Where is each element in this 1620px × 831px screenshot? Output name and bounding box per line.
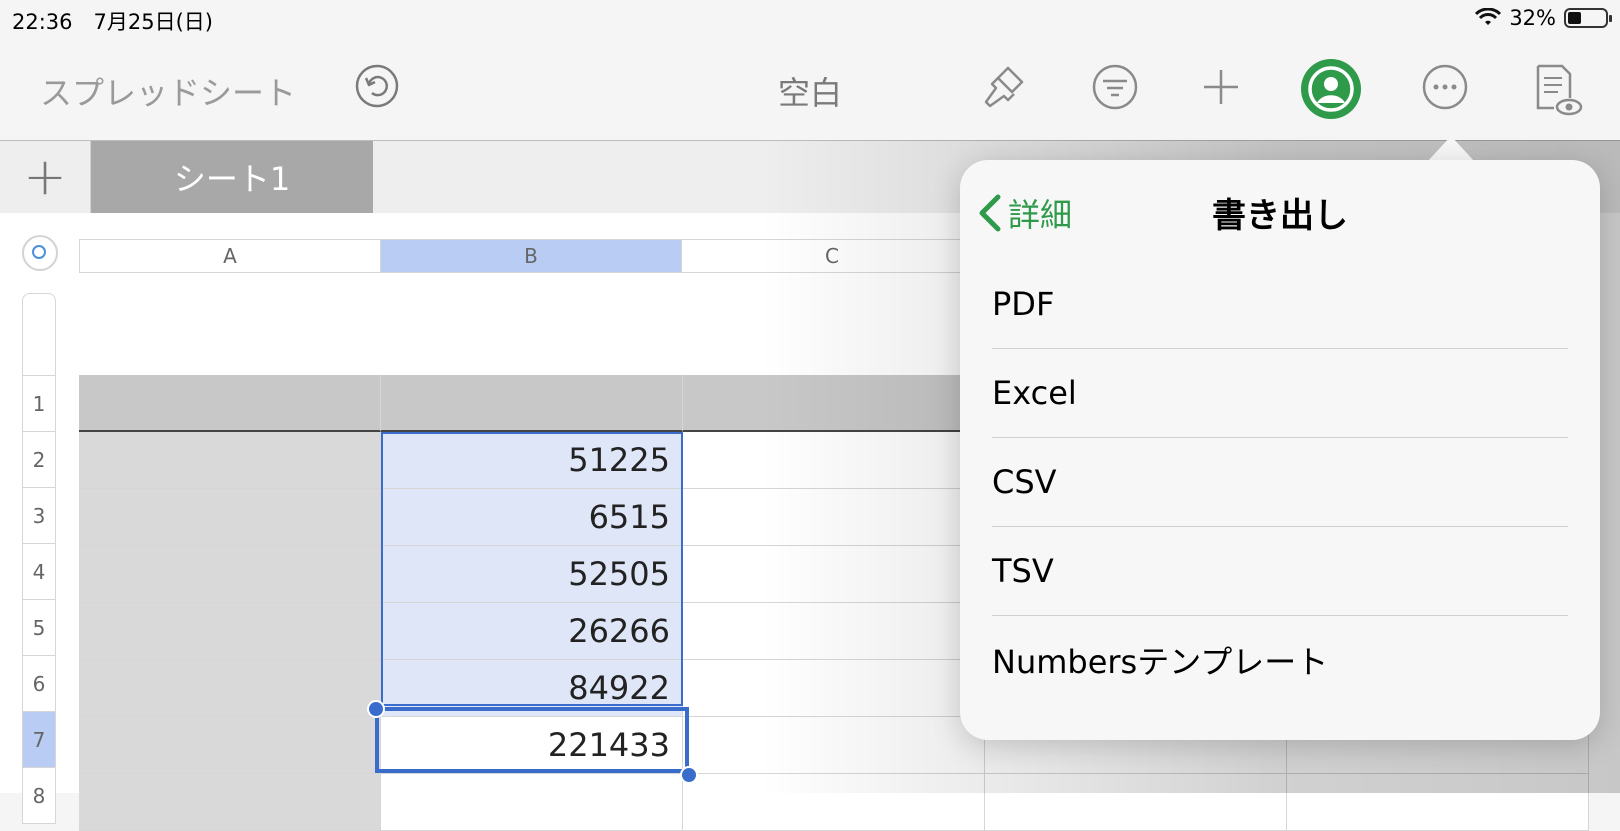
row-header-6[interactable]: 6: [22, 655, 56, 712]
cell-c7[interactable]: [683, 717, 985, 774]
export-numbers-template[interactable]: Numbersテンプレート: [992, 616, 1568, 704]
plus-icon[interactable]: [1196, 62, 1246, 112]
cell-b1[interactable]: [381, 375, 683, 432]
row-header-4[interactable]: 4: [22, 543, 56, 600]
cell-e8[interactable]: [1287, 774, 1589, 831]
cell-b7-active[interactable]: 221433: [381, 717, 683, 774]
document-title: 空白: [778, 74, 843, 112]
selection-handle-bottom[interactable]: [680, 766, 698, 784]
row-header-5[interactable]: 5: [22, 599, 56, 656]
row-header-1[interactable]: 1: [22, 375, 56, 432]
toolbar: スプレッドシート 空白: [0, 40, 1620, 140]
wifi-icon: [1475, 8, 1502, 25]
export-tsv[interactable]: TSV: [992, 527, 1568, 616]
cell-a4[interactable]: [79, 546, 381, 603]
more-icon[interactable]: [1420, 62, 1470, 112]
table-row: [79, 774, 1589, 831]
cell-b2[interactable]: 51225: [381, 432, 683, 489]
row-header-2[interactable]: 2: [22, 431, 56, 488]
cell-c5[interactable]: [683, 603, 985, 660]
status-time: 22:36 7月25日(日): [12, 10, 213, 34]
export-excel[interactable]: Excel: [992, 349, 1568, 438]
undo-icon[interactable]: [355, 64, 399, 108]
popover-title: 書き出し: [1212, 196, 1348, 236]
export-pdf[interactable]: PDF: [992, 260, 1568, 349]
cell-a2[interactable]: [79, 432, 381, 489]
add-sheet-button[interactable]: +: [0, 141, 91, 213]
cell-a8[interactable]: [79, 774, 381, 831]
tab-sheet1[interactable]: シート1: [91, 141, 373, 213]
collaborate-icon[interactable]: [1300, 58, 1362, 120]
export-popover: 詳細 書き出し PDF Excel CSV TSV Numbersテンプレート: [960, 160, 1600, 740]
reader-view-icon[interactable]: [1528, 62, 1584, 118]
export-options-list: PDF Excel CSV TSV Numbersテンプレート: [992, 260, 1568, 704]
cell-a3[interactable]: [79, 489, 381, 546]
paintbrush-icon[interactable]: [978, 62, 1028, 112]
export-csv[interactable]: CSV: [992, 438, 1568, 527]
status-right: 32%: [1475, 6, 1612, 30]
cell-b5[interactable]: 26266: [381, 603, 683, 660]
cell-a1[interactable]: [79, 375, 381, 432]
battery-icon: [1564, 8, 1612, 28]
cell-c8[interactable]: [683, 774, 985, 831]
row-headers: 1 2 3 4 5 6 7 8: [22, 375, 56, 824]
column-header-a[interactable]: A: [79, 239, 381, 273]
column-header-b[interactable]: B: [380, 239, 682, 273]
cell-a5[interactable]: [79, 603, 381, 660]
cell-b6[interactable]: 84922: [381, 660, 683, 717]
row-header-7[interactable]: 7: [22, 711, 56, 768]
cell-b8[interactable]: [381, 774, 683, 831]
cell-c2[interactable]: [683, 432, 985, 489]
battery-percent: 32%: [1509, 6, 1556, 30]
cell-c6[interactable]: [683, 660, 985, 717]
cell-c4[interactable]: [683, 546, 985, 603]
popover-header: 詳細 書き出し: [960, 160, 1600, 260]
row-header-3[interactable]: 3: [22, 487, 56, 544]
cell-d8[interactable]: [985, 774, 1287, 831]
popover-arrow: [1427, 136, 1475, 162]
select-all-button[interactable]: [22, 235, 58, 271]
row-header-8[interactable]: 8: [22, 767, 56, 824]
selection-handle-top[interactable]: [367, 700, 385, 718]
cell-a6[interactable]: [79, 660, 381, 717]
column-header-c[interactable]: C: [681, 239, 983, 273]
app-title-button[interactable]: スプレッドシート: [40, 68, 296, 114]
cell-c3[interactable]: [683, 489, 985, 546]
cell-b4[interactable]: 52505: [381, 546, 683, 603]
cell-b3[interactable]: 6515: [381, 489, 683, 546]
row-header-top: [22, 293, 56, 375]
cell-c1[interactable]: [683, 375, 985, 432]
cell-a7[interactable]: [79, 717, 381, 774]
status-bar: 22:36 7月25日(日) 32%: [0, 0, 1620, 40]
filter-icon[interactable]: [1090, 62, 1140, 112]
